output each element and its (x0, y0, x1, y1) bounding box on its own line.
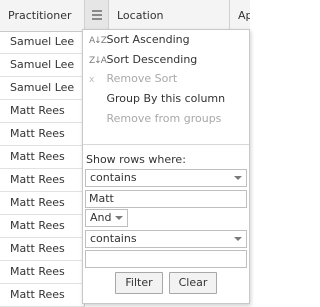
grid-body: Samuel Lee Samuel Lee Samuel Lee Matt Re… (0, 31, 85, 307)
remove-sort-item: x Remove Sort (89, 70, 177, 88)
filter-logic-value: And (90, 211, 112, 224)
column-header-practitioner[interactable]: Practitioner (0, 0, 85, 31)
column-menu-popup: A↓Z Sort Ascending Z↓A Sort Descending x… (82, 29, 250, 304)
sort-ascending-icon: A↓Z (89, 36, 107, 46)
menu-icon (92, 10, 102, 22)
sort-descending-label: Sort Descending (106, 53, 198, 66)
column-header-ap[interactable]: Ap (230, 0, 250, 31)
filter-logic-select[interactable]: And (85, 209, 128, 227)
chevron-down-icon (234, 237, 242, 241)
filter-value-2-input[interactable] (85, 250, 247, 268)
remove-sort-icon: x (89, 75, 94, 85)
column-header-location[interactable]: Location (109, 0, 230, 31)
table-row[interactable]: Matt Rees (0, 238, 85, 261)
column-menu-button[interactable] (85, 0, 109, 31)
group-by-item[interactable]: Group By this column (89, 90, 226, 108)
filter-button[interactable]: Filter (115, 272, 163, 294)
group-by-label: Group By this column (106, 92, 226, 105)
table-row[interactable]: Matt Rees (0, 215, 85, 238)
remove-sort-label: Remove Sort (106, 72, 178, 85)
table-row[interactable]: Matt Rees (0, 123, 85, 146)
table-row[interactable]: Matt Rees (0, 146, 85, 169)
filter-condition-2-select[interactable]: contains (85, 230, 247, 248)
remove-from-groups-label: Remove from groups (106, 112, 222, 125)
chevron-down-icon (115, 216, 123, 220)
sort-descending-icon: Z↓A (89, 56, 107, 66)
filter-heading: Show rows where: (86, 153, 186, 166)
filter-condition-1-select[interactable]: contains (85, 169, 247, 187)
filter-condition-1-value: contains (90, 171, 137, 184)
table-row[interactable]: Matt Rees (0, 192, 85, 215)
chevron-down-icon (234, 176, 242, 180)
table-row[interactable]: Samuel Lee (0, 54, 85, 77)
filter-value-1-input[interactable]: Matt (85, 190, 247, 208)
menu-divider (83, 144, 249, 145)
filter-value-1-text: Matt (89, 192, 114, 205)
table-row[interactable]: Matt Rees (0, 100, 85, 123)
filter-condition-2-value: contains (90, 232, 137, 245)
grid-header: Practitioner Location Ap (0, 0, 250, 32)
table-row[interactable]: Samuel Lee (0, 31, 85, 54)
sort-ascending-item[interactable]: A↓Z Sort Ascending (89, 31, 190, 49)
sort-descending-item[interactable]: Z↓A Sort Descending (89, 51, 197, 69)
table-row[interactable]: Samuel Lee (0, 77, 85, 100)
clear-button[interactable]: Clear (169, 272, 217, 294)
sort-ascending-label: Sort Ascending (106, 33, 190, 46)
table-row[interactable]: Matt Rees (0, 169, 85, 192)
table-row[interactable]: Matt Rees (0, 261, 85, 284)
remove-from-groups-item: Remove from groups (89, 110, 222, 128)
